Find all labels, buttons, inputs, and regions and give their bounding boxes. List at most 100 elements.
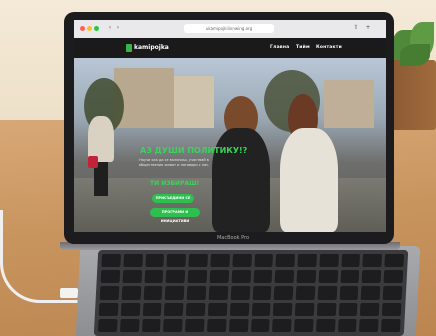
- key: [185, 318, 205, 332]
- laptop-screen: ‹ › ukamipojkliinnwing.org ⇧ + kamipojka…: [74, 20, 386, 232]
- key: [228, 318, 249, 332]
- key: [251, 302, 271, 316]
- key: [122, 270, 142, 284]
- key: [384, 254, 405, 268]
- key: [123, 254, 143, 268]
- hero-photo: АЗ ДУШИ ПОЛИТИКУ!? Научи как да се включ…: [74, 58, 386, 232]
- key: [361, 286, 381, 300]
- key: [315, 318, 336, 332]
- keyboard: [93, 250, 409, 336]
- key: [295, 286, 316, 300]
- key: [141, 318, 161, 332]
- key: [98, 302, 119, 316]
- key: [229, 302, 249, 316]
- key: [274, 270, 295, 284]
- key: [253, 254, 274, 268]
- key: [166, 254, 187, 268]
- red-bag: [88, 156, 98, 168]
- key: [144, 254, 165, 268]
- key: [273, 302, 293, 316]
- key: [294, 302, 315, 316]
- key: [164, 286, 185, 300]
- bezel-label: MacBook Pro: [216, 235, 250, 241]
- key: [297, 254, 317, 268]
- share-icon[interactable]: ⇧: [352, 24, 360, 32]
- key: [296, 270, 317, 284]
- key: [186, 286, 207, 300]
- key: [120, 302, 141, 316]
- maximize-dot-icon[interactable]: [94, 26, 99, 31]
- key: [188, 254, 208, 268]
- key: [252, 286, 272, 300]
- plant-pot: [388, 60, 436, 130]
- building: [324, 80, 374, 128]
- key: [187, 270, 208, 284]
- key: [337, 318, 358, 332]
- key: [319, 254, 339, 268]
- key: [272, 318, 292, 332]
- key: [253, 270, 273, 284]
- key: [100, 270, 120, 284]
- key: [163, 318, 183, 332]
- back-arrow-icon[interactable]: ‹: [106, 24, 114, 32]
- key: [185, 302, 206, 316]
- key: [359, 318, 379, 332]
- join-button[interactable]: ПРИСЪЕДИНИ СЕ: [152, 194, 194, 203]
- logo-icon: [126, 44, 132, 52]
- forward-arrow-icon[interactable]: ›: [114, 24, 122, 32]
- key: [207, 302, 228, 316]
- key: [210, 254, 230, 268]
- key: [294, 318, 314, 332]
- plant-leaf: [400, 44, 430, 66]
- close-dot-icon[interactable]: [80, 26, 85, 31]
- key: [144, 270, 164, 284]
- key: [275, 254, 296, 268]
- key: [208, 286, 229, 300]
- key: [318, 270, 338, 284]
- key: [143, 286, 163, 300]
- key: [340, 254, 361, 268]
- key: [273, 286, 294, 300]
- building: [174, 76, 214, 128]
- minimize-dot-icon[interactable]: [87, 26, 92, 31]
- key: [209, 270, 229, 284]
- key: [360, 302, 380, 316]
- site-logo[interactable]: kamipojka: [134, 44, 169, 51]
- key: [99, 286, 120, 300]
- key: [121, 286, 141, 300]
- key: [206, 318, 227, 332]
- key: [381, 318, 401, 332]
- hero-subtext: Научи как да се включиш, участвай в обще…: [138, 158, 210, 167]
- hero-headline-2: ТИ ИЗБИРАШ!: [150, 180, 200, 187]
- key: [382, 286, 403, 300]
- key: [250, 318, 270, 332]
- key: [339, 286, 359, 300]
- key: [338, 302, 358, 316]
- key: [361, 270, 382, 284]
- key: [97, 318, 118, 332]
- key: [165, 270, 186, 284]
- girl-light-jacket: [280, 128, 338, 232]
- key: [230, 286, 250, 300]
- key: [383, 270, 404, 284]
- nav-item-team[interactable]: Тийм: [296, 45, 310, 50]
- girl-dark-jacket: [212, 128, 270, 232]
- key: [142, 302, 162, 316]
- key: [164, 302, 184, 316]
- key: [340, 270, 360, 284]
- nav-item-contacts[interactable]: Контакти: [316, 45, 342, 50]
- usb-c-plug: [60, 288, 78, 298]
- key: [119, 318, 140, 332]
- key: [362, 254, 383, 268]
- key: [317, 286, 337, 300]
- programs-button[interactable]: ПРОГРАМИ И ИНИЦИАТИВИ: [150, 208, 200, 223]
- hero-headline: АЗ ДУШИ ПОЛИТИКУ!?: [140, 146, 248, 155]
- key: [316, 302, 337, 316]
- nav-item-home[interactable]: Главна: [270, 45, 289, 50]
- address-bar[interactable]: ukamipojkliinnwing.org: [184, 24, 274, 33]
- key: [101, 254, 121, 268]
- new-tab-icon[interactable]: +: [364, 24, 372, 32]
- key: [232, 254, 252, 268]
- key: [231, 270, 251, 284]
- key: [382, 302, 402, 316]
